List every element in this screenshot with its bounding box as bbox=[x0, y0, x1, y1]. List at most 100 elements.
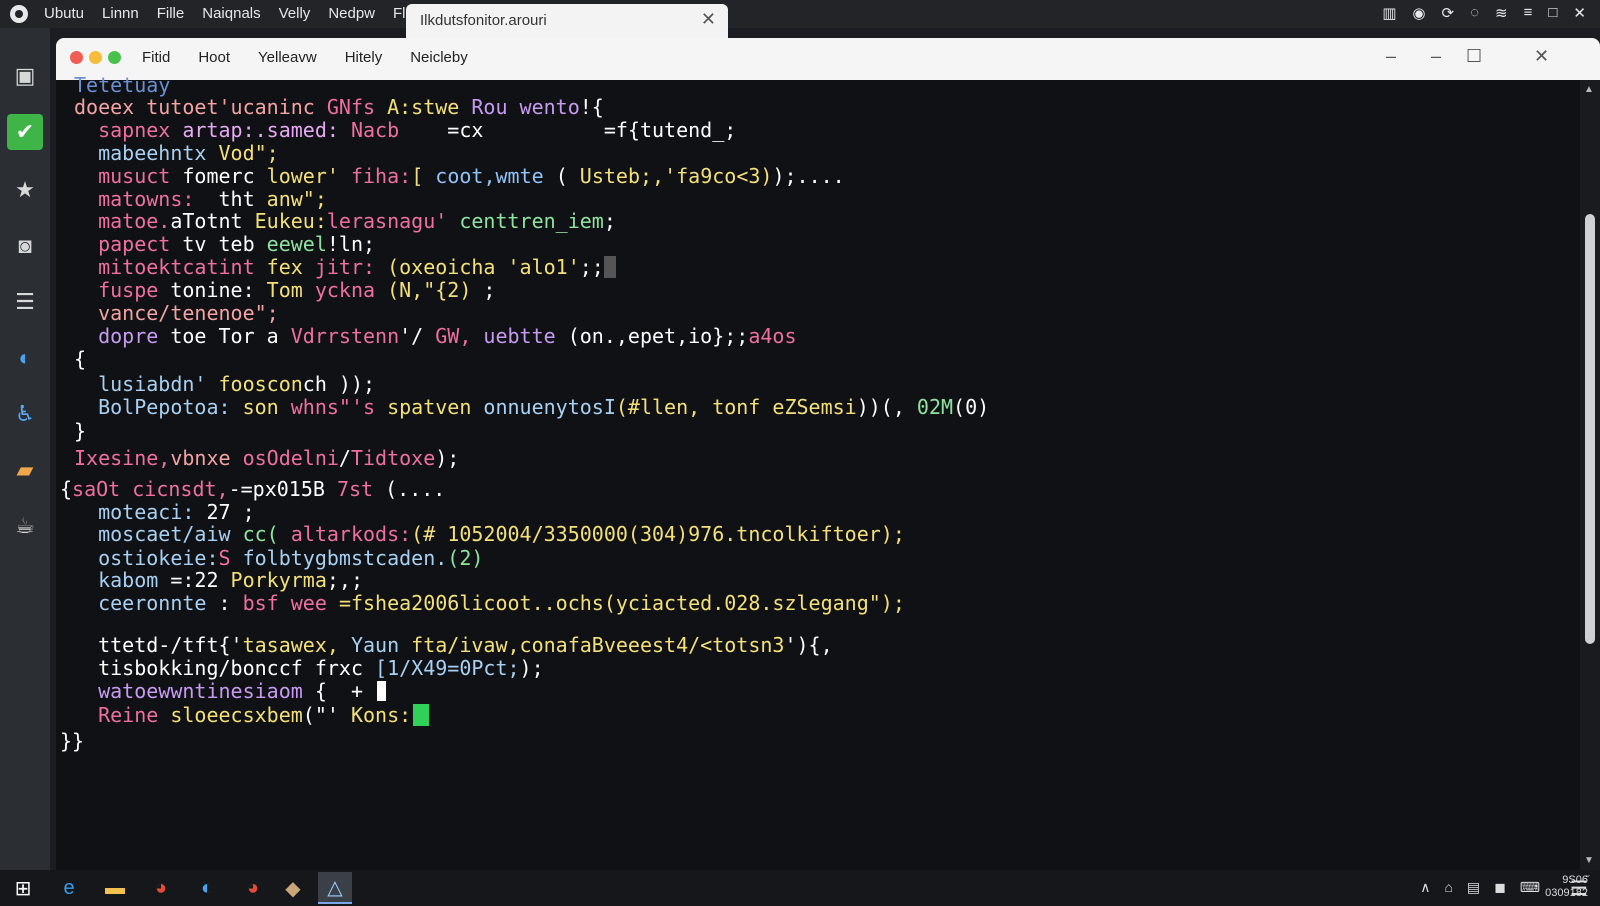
window-menu-item[interactable]: Hitely bbox=[345, 49, 383, 66]
window-menu-item[interactable]: Fitid bbox=[142, 49, 170, 66]
editor-window: Fitid Hoot Yelleavw Hitely Neicleby – – … bbox=[56, 38, 1600, 870]
code-token: (2) bbox=[447, 546, 484, 570]
active-app-icon[interactable]: △ bbox=[318, 872, 352, 904]
browser-tab-active[interactable]: Ilkdutsfonitor.arouri ✕ bbox=[406, 4, 728, 40]
code-token: wee bbox=[290, 591, 339, 615]
code-editor[interactable]: Tetetuay doeex tutoet'ucaninc GNfs A:stwe… bbox=[56, 74, 1572, 870]
code-token: Usteb;,'fa9co<3) bbox=[579, 164, 773, 188]
system-menu-item[interactable]: Fille bbox=[157, 5, 185, 22]
code-token: =fshea2006licoot..ochs(yciacted.028.szle… bbox=[338, 591, 905, 615]
code-token: Eukeu: bbox=[254, 209, 327, 233]
code-token: tonine: bbox=[170, 278, 267, 302]
network-icon[interactable]: ⌂ bbox=[1444, 879, 1452, 896]
system-menu-item[interactable]: Linnn bbox=[102, 5, 139, 22]
code-token: a4os bbox=[748, 324, 797, 348]
code-token: lerasnagu' bbox=[326, 209, 460, 233]
scroll-up-icon[interactable]: ▲ bbox=[1584, 84, 1594, 95]
ubuntu-logo-icon[interactable] bbox=[10, 5, 28, 23]
vertical-scrollbar[interactable]: ▲ ▼ bbox=[1580, 80, 1600, 870]
mug-icon[interactable]: ☕ bbox=[7, 508, 43, 544]
code-token: jitr: bbox=[314, 255, 388, 279]
edge-icon[interactable]: e bbox=[52, 872, 86, 904]
sync-icon[interactable]: ⟳ bbox=[1442, 4, 1455, 22]
minimize-icon[interactable]: – bbox=[1431, 46, 1441, 67]
code-token: tv teb bbox=[182, 232, 267, 256]
window-menu-item[interactable]: Hoot bbox=[198, 49, 230, 66]
code-token: matoe. bbox=[74, 209, 171, 233]
code-token: ("' bbox=[302, 703, 351, 727]
wifi-icon[interactable]: ≋ bbox=[1495, 4, 1508, 22]
close-dot-icon[interactable] bbox=[70, 51, 83, 64]
chevron-up-icon[interactable]: ∧ bbox=[1420, 879, 1430, 896]
scroll-thumb[interactable] bbox=[1585, 214, 1595, 644]
scroll-down-icon[interactable]: ▼ bbox=[1584, 855, 1594, 866]
code-token: eewel bbox=[266, 232, 327, 256]
code-token: kabom bbox=[74, 568, 171, 592]
window-menu-item[interactable]: Neicleby bbox=[410, 49, 468, 66]
game-icon[interactable]: ◆ bbox=[276, 872, 310, 904]
code-line: Tetetuay bbox=[74, 74, 170, 97]
code-token: moteaci: bbox=[74, 500, 207, 524]
code-token: [ bbox=[411, 164, 436, 188]
file-explorer-icon[interactable]: ▬ bbox=[98, 872, 132, 904]
system-menu: Ubutu Linnn Fille Naiqnals Velly Nedpw F… bbox=[44, 5, 418, 22]
windows-start-icon[interactable]: ⊞ bbox=[6, 872, 40, 904]
menu-icon[interactable]: ≡ bbox=[1524, 4, 1533, 22]
notification-icon[interactable]: ☰ bbox=[1562, 872, 1596, 904]
checkmark-app-icon[interactable]: ✔ bbox=[7, 114, 43, 150]
taskbar: ⊞ e ▬ ◕ ◐ ◕ ◆ △ ∧ ⌂ ▤ ◼ ⌨ 9S06̆ 0309182 … bbox=[0, 870, 1600, 906]
maximize-icon[interactable]: □ bbox=[1548, 4, 1557, 22]
code-token: ;,; bbox=[326, 568, 363, 592]
system-menu-item[interactable]: Naiqnals bbox=[202, 5, 260, 22]
chat-icon[interactable]: ◌ bbox=[1470, 4, 1479, 22]
accessibility-icon[interactable]: ♿ bbox=[7, 396, 43, 432]
maximize-icon[interactable]: ☐ bbox=[1466, 46, 1482, 67]
close-icon[interactable]: ✕ bbox=[1573, 4, 1586, 22]
code-token: GW, bbox=[435, 324, 484, 348]
system-menu-item[interactable]: Velly bbox=[279, 5, 311, 22]
code-token: vbnxe bbox=[170, 446, 243, 470]
code-token: !ln; bbox=[326, 232, 376, 256]
system-menu-item[interactable]: Nedpw bbox=[328, 5, 375, 22]
code-line: }} bbox=[60, 730, 84, 753]
code-line: ttetd-/tft{'tasawex, Yaun fta/ivaw,conaf… bbox=[74, 634, 833, 657]
code-line: matowns: tht anw"; bbox=[74, 188, 327, 211]
star-icon[interactable]: ★ bbox=[7, 172, 43, 208]
text-cursor bbox=[377, 681, 387, 701]
code-line: Ixesine,vbnxe osOdelni/Tidtoxe); bbox=[74, 447, 459, 470]
trash-icon[interactable]: ◙ bbox=[7, 228, 43, 264]
code-token: yckna bbox=[314, 278, 388, 302]
code-token: vance/tenenoe"; bbox=[74, 301, 279, 325]
dash-icon[interactable]: – bbox=[1386, 46, 1396, 67]
keyboard-icon[interactable]: ⌨ bbox=[1520, 879, 1540, 896]
close-icon[interactable]: ✕ bbox=[1534, 46, 1549, 67]
code-token: ;; bbox=[579, 255, 604, 279]
browser-icon[interactable]: ◐ bbox=[7, 340, 43, 376]
user-icon[interactable]: ◉ bbox=[1412, 4, 1425, 22]
code-token: <totsn3 bbox=[700, 633, 785, 657]
files-icon[interactable]: ▣ bbox=[7, 58, 43, 94]
app-icon[interactable]: ◐ bbox=[190, 872, 224, 904]
code-token: matowns: bbox=[74, 187, 207, 211]
code-token: (N,"{2) bbox=[387, 278, 484, 302]
code-token: cicnsdt, bbox=[132, 477, 229, 501]
code-token: tasawex, bbox=[242, 633, 351, 657]
folder-icon[interactable]: ▰ bbox=[7, 452, 43, 488]
window-menu-item[interactable]: Yelleavw bbox=[258, 49, 317, 66]
battery-icon[interactable]: ▤ bbox=[1467, 879, 1480, 896]
code-line: {saOt cicnsdt,-=px015B 7st (.... bbox=[60, 478, 445, 501]
volume-icon[interactable]: ◼ bbox=[1494, 879, 1506, 896]
chrome-icon[interactable]: ◕ bbox=[144, 872, 178, 904]
maximize-dot-icon[interactable] bbox=[108, 51, 121, 64]
tab-close-icon[interactable]: ✕ bbox=[701, 9, 716, 30]
system-menu-item[interactable]: Ubutu bbox=[44, 5, 84, 22]
system-tray: ▥ ◉ ⟳ ◌ ≋ ≡ □ ✕ bbox=[1382, 4, 1586, 22]
code-token: centtren_iem bbox=[459, 209, 604, 233]
document-icon[interactable]: ☰ bbox=[7, 284, 43, 320]
code-token: Ixesine, bbox=[74, 446, 171, 470]
code-line: moteaci: 27 ; bbox=[74, 501, 255, 524]
minimize-dot-icon[interactable] bbox=[89, 51, 102, 64]
chrome-icon[interactable]: ◕ bbox=[236, 872, 270, 904]
network-icon[interactable]: ▥ bbox=[1382, 4, 1396, 22]
code-token: !{ bbox=[579, 95, 604, 119]
